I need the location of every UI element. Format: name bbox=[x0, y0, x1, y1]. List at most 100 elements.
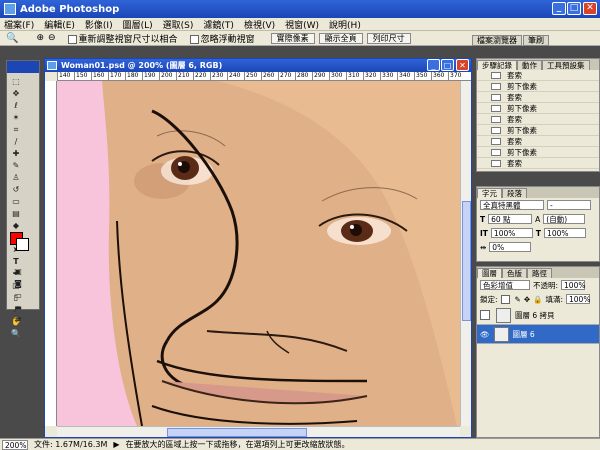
actual-pixels-button[interactable]: 實際像素 bbox=[270, 32, 315, 44]
ignore-palettes-checkbox[interactable] bbox=[189, 34, 199, 44]
menu-help[interactable]: 說明(H) bbox=[329, 18, 361, 31]
leading-field[interactable]: (自動) bbox=[543, 214, 586, 224]
zoom-in-icon[interactable]: ⊕ bbox=[36, 33, 44, 43]
jump-to-imageready-icon[interactable]: ⇄ bbox=[11, 314, 25, 325]
history-step[interactable]: 套索 bbox=[477, 92, 599, 103]
tracking-field[interactable]: 0% bbox=[489, 242, 532, 252]
document-title[interactable]: Woman01.psd @ 200% (圖層 6, RGB) bbox=[45, 59, 471, 72]
clone-stamp-icon[interactable]: ♙ bbox=[9, 172, 23, 183]
history-step[interactable]: 套索 bbox=[477, 114, 599, 125]
visibility-toggle[interactable] bbox=[480, 310, 490, 320]
gradient-tool-icon[interactable]: ▤ bbox=[9, 208, 23, 219]
lock-brush-icon[interactable]: ✎ bbox=[515, 295, 521, 304]
font-size-field[interactable]: 60 點 bbox=[488, 214, 533, 224]
lock-all-icon[interactable]: 🔒 bbox=[533, 295, 542, 304]
horizontal-scale-field[interactable]: 100% bbox=[544, 228, 587, 238]
screen-mode-1-icon[interactable]: ▭ bbox=[11, 290, 25, 301]
quickmask-mode-icon[interactable]: ◙ bbox=[11, 278, 25, 289]
tab-file-browser[interactable]: 檔案瀏覽器 bbox=[472, 35, 522, 46]
eraser-tool-icon[interactable]: ▭ bbox=[9, 196, 23, 207]
zoom-tool-icon[interactable]: 🔍 bbox=[9, 328, 23, 339]
brush-tool-icon[interactable]: ✎ bbox=[9, 160, 23, 171]
background-color-swatch[interactable] bbox=[16, 238, 29, 251]
menu-select[interactable]: 選取(S) bbox=[163, 18, 194, 31]
resize-windows-checkbox[interactable] bbox=[67, 34, 77, 44]
tab-history[interactable]: 步驟記錄 bbox=[477, 60, 517, 70]
magic-wand-icon[interactable]: ✶ bbox=[9, 112, 23, 123]
history-step[interactable]: 套索 bbox=[477, 70, 599, 81]
ignore-palettes-option[interactable]: 忽略浮動視窗 bbox=[189, 32, 255, 45]
horizontal-scroll-thumb[interactable] bbox=[167, 428, 307, 437]
ruler-tick-label: 250 bbox=[244, 72, 261, 80]
ruler-tick-label: 150 bbox=[74, 72, 91, 80]
zoom-out-icon[interactable]: ⊖ bbox=[48, 33, 56, 43]
vertical-scroll-thumb[interactable] bbox=[462, 201, 471, 321]
lasso-tool-icon[interactable]: ℓ bbox=[9, 100, 23, 111]
marquee-tool-icon[interactable]: ⬚ bbox=[9, 76, 23, 87]
blur-tool-icon[interactable]: ◆ bbox=[9, 220, 23, 231]
minimize-button[interactable]: _ bbox=[552, 2, 566, 15]
slice-tool-icon[interactable]: ∕ bbox=[9, 136, 23, 147]
history-step[interactable]: 套索 bbox=[477, 158, 599, 169]
toolbox-header[interactable] bbox=[7, 61, 39, 73]
ruler-tick-label: 190 bbox=[142, 72, 159, 80]
healing-brush-icon[interactable]: ✚ bbox=[9, 148, 23, 159]
history-brush-icon[interactable]: ↺ bbox=[9, 184, 23, 195]
portrait-artwork bbox=[102, 81, 460, 426]
menu-image[interactable]: 影像(I) bbox=[85, 18, 113, 31]
menu-window[interactable]: 視窗(W) bbox=[285, 18, 319, 31]
doc-minimize-button[interactable]: _ bbox=[427, 59, 440, 71]
doc-maximize-button[interactable]: □ bbox=[441, 59, 454, 71]
menu-edit[interactable]: 編輯(E) bbox=[44, 18, 75, 31]
tab-paragraph[interactable]: 段落 bbox=[502, 188, 527, 198]
tab-channels[interactable]: 色版 bbox=[502, 268, 527, 278]
lock-transparency-checkbox[interactable] bbox=[500, 294, 510, 304]
menu-file[interactable]: 檔案(F) bbox=[4, 18, 34, 31]
close-button[interactable]: ✕ bbox=[583, 2, 597, 15]
zoom-level-field[interactable]: 200% bbox=[2, 439, 28, 450]
menu-filter[interactable]: 濾鏡(T) bbox=[203, 18, 234, 31]
standard-mode-icon[interactable]: ▣ bbox=[11, 266, 25, 277]
crop-tool-icon[interactable]: ⌗ bbox=[9, 124, 23, 135]
resize-windows-option[interactable]: 重新調整視窗尺寸以相合 bbox=[67, 32, 178, 45]
maximize-button[interactable]: □ bbox=[567, 2, 581, 15]
menu-view[interactable]: 檢視(V) bbox=[244, 18, 275, 31]
history-step[interactable]: 剪下像素 bbox=[477, 81, 599, 92]
screen-mode-2-icon[interactable]: ▬ bbox=[11, 302, 25, 313]
history-step[interactable]: 剪下像素 bbox=[477, 147, 599, 158]
history-step[interactable]: 剪下像素 bbox=[477, 125, 599, 136]
layer-row-selected[interactable]: 👁 圖層 6 bbox=[477, 325, 599, 344]
ruler-tick-label: 220 bbox=[193, 72, 210, 80]
ruler-tick-label: 230 bbox=[210, 72, 227, 80]
tab-layers[interactable]: 圖層 bbox=[477, 268, 502, 278]
opacity-field[interactable]: 100% bbox=[561, 280, 585, 290]
eye-icon[interactable]: 👁 bbox=[480, 330, 490, 339]
font-family-select[interactable]: 全真特黑體 bbox=[480, 200, 544, 210]
fill-field[interactable]: 100% bbox=[566, 294, 590, 304]
tab-paths[interactable]: 路徑 bbox=[527, 268, 552, 278]
image-canvas[interactable] bbox=[57, 81, 460, 426]
menu-layer[interactable]: 圖層(L) bbox=[123, 18, 153, 31]
tab-character[interactable]: 字元 bbox=[477, 188, 502, 198]
move-tool-icon[interactable]: ✥ bbox=[9, 88, 23, 99]
horizontal-scrollbar[interactable] bbox=[57, 426, 460, 437]
vertical-scrollbar[interactable] bbox=[460, 81, 471, 426]
magnifier-icon[interactable]: 🔍 bbox=[6, 33, 18, 44]
opacity-label: 不透明: bbox=[533, 280, 559, 290]
history-step[interactable]: 剪下像素 bbox=[477, 103, 599, 114]
tab-actions[interactable]: 動作 bbox=[517, 60, 542, 70]
layer-row[interactable]: 圖層 6 拷貝 bbox=[477, 306, 599, 325]
vertical-scale-field[interactable]: 100% bbox=[490, 228, 533, 238]
blend-mode-select[interactable]: 色彩增值 bbox=[480, 280, 530, 290]
fit-on-screen-button[interactable]: 顯示全頁 bbox=[318, 32, 363, 44]
tab-tool-presets[interactable]: 工具預設集 bbox=[542, 60, 590, 70]
print-size-button[interactable]: 列印尺寸 bbox=[366, 32, 411, 44]
ruler-top: 140 150 160 170 180 190 200 210 220 230 240 250 260 2… bbox=[57, 72, 471, 81]
history-step[interactable]: 套索 bbox=[477, 136, 599, 147]
menu-bar: 檔案(F) 編輯(E) 影像(I) 圖層(L) 選取(S) 濾鏡(T) 檢視(V… bbox=[0, 18, 600, 31]
tab-brushes[interactable]: 筆刷 bbox=[523, 35, 549, 46]
font-style-select[interactable]: - bbox=[547, 200, 591, 210]
doc-close-button[interactable]: ✕ bbox=[456, 59, 469, 71]
lock-move-icon[interactable]: ✥ bbox=[524, 295, 530, 304]
status-arrow-icon[interactable]: ▶ bbox=[113, 440, 119, 449]
